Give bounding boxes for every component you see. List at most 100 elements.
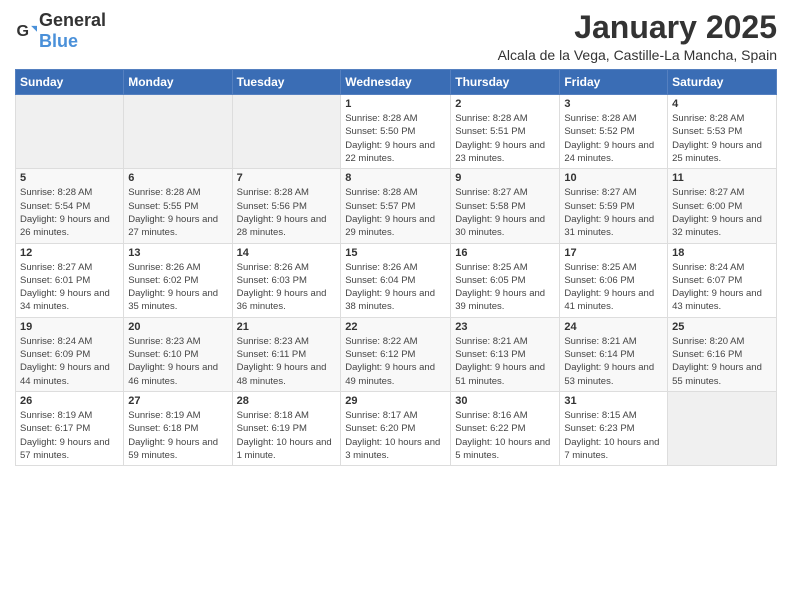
sunrise-text: Sunrise: 8:23 AM [128, 336, 200, 347]
table-row: 15 Sunrise: 8:26 AM Sunset: 6:04 PM Dayl… [341, 243, 451, 317]
sunrise-text: Sunrise: 8:24 AM [20, 336, 92, 347]
sunset-text: Sunset: 6:00 PM [672, 201, 742, 212]
sunrise-text: Sunrise: 8:19 AM [128, 410, 200, 421]
sunrise-text: Sunrise: 8:26 AM [128, 262, 200, 273]
sunset-text: Sunset: 5:55 PM [128, 201, 198, 212]
sunrise-text: Sunrise: 8:25 AM [564, 262, 636, 273]
day-info: Sunrise: 8:26 AM Sunset: 6:02 PM Dayligh… [128, 261, 227, 314]
calendar-week-row: 12 Sunrise: 8:27 AM Sunset: 6:01 PM Dayl… [16, 243, 777, 317]
table-row: 26 Sunrise: 8:19 AM Sunset: 6:17 PM Dayl… [16, 391, 124, 465]
sunset-text: Sunset: 6:05 PM [455, 275, 525, 286]
day-number: 10 [564, 172, 663, 184]
daylight-text: Daylight: 9 hours and 43 minutes. [672, 288, 762, 312]
daylight-text: Daylight: 9 hours and 23 minutes. [455, 140, 545, 164]
day-info: Sunrise: 8:21 AM Sunset: 6:14 PM Dayligh… [564, 335, 663, 388]
daylight-text: Daylight: 10 hours and 7 minutes. [564, 437, 659, 461]
table-row [124, 95, 232, 169]
table-row [232, 95, 341, 169]
sunset-text: Sunset: 6:18 PM [128, 423, 198, 434]
daylight-text: Daylight: 9 hours and 26 minutes. [20, 214, 110, 238]
daylight-text: Daylight: 9 hours and 29 minutes. [345, 214, 435, 238]
sunrise-text: Sunrise: 8:28 AM [672, 113, 744, 124]
daylight-text: Daylight: 9 hours and 46 minutes. [128, 362, 218, 386]
sunset-text: Sunset: 6:07 PM [672, 275, 742, 286]
sunset-text: Sunset: 5:57 PM [345, 201, 415, 212]
table-row: 10 Sunrise: 8:27 AM Sunset: 5:59 PM Dayl… [560, 169, 668, 243]
sunset-text: Sunset: 5:52 PM [564, 126, 634, 137]
day-number: 8 [345, 172, 446, 184]
table-row: 31 Sunrise: 8:15 AM Sunset: 6:23 PM Dayl… [560, 391, 668, 465]
day-info: Sunrise: 8:28 AM Sunset: 5:54 PM Dayligh… [20, 186, 119, 239]
sunset-text: Sunset: 6:16 PM [672, 349, 742, 360]
table-row: 21 Sunrise: 8:23 AM Sunset: 6:11 PM Dayl… [232, 317, 341, 391]
daylight-text: Daylight: 9 hours and 27 minutes. [128, 214, 218, 238]
daylight-text: Daylight: 9 hours and 28 minutes. [237, 214, 327, 238]
table-row: 22 Sunrise: 8:22 AM Sunset: 6:12 PM Dayl… [341, 317, 451, 391]
col-thursday: Thursday [451, 70, 560, 95]
day-number: 30 [455, 395, 555, 407]
daylight-text: Daylight: 10 hours and 5 minutes. [455, 437, 550, 461]
day-info: Sunrise: 8:27 AM Sunset: 6:01 PM Dayligh… [20, 261, 119, 314]
table-row: 19 Sunrise: 8:24 AM Sunset: 6:09 PM Dayl… [16, 317, 124, 391]
day-info: Sunrise: 8:15 AM Sunset: 6:23 PM Dayligh… [564, 409, 663, 462]
daylight-text: Daylight: 9 hours and 39 minutes. [455, 288, 545, 312]
day-number: 20 [128, 321, 227, 333]
svg-text:G: G [16, 22, 29, 40]
daylight-text: Daylight: 9 hours and 31 minutes. [564, 214, 654, 238]
day-info: Sunrise: 8:25 AM Sunset: 6:06 PM Dayligh… [564, 261, 663, 314]
day-info: Sunrise: 8:27 AM Sunset: 5:59 PM Dayligh… [564, 186, 663, 239]
col-sunday: Sunday [16, 70, 124, 95]
day-number: 18 [672, 247, 772, 259]
sunset-text: Sunset: 6:14 PM [564, 349, 634, 360]
calendar-week-row: 19 Sunrise: 8:24 AM Sunset: 6:09 PM Dayl… [16, 317, 777, 391]
day-number: 3 [564, 98, 663, 110]
day-number: 22 [345, 321, 446, 333]
daylight-text: Daylight: 9 hours and 48 minutes. [237, 362, 327, 386]
day-number: 1 [345, 98, 446, 110]
day-info: Sunrise: 8:18 AM Sunset: 6:19 PM Dayligh… [237, 409, 337, 462]
day-number: 29 [345, 395, 446, 407]
table-row: 23 Sunrise: 8:21 AM Sunset: 6:13 PM Dayl… [451, 317, 560, 391]
sunset-text: Sunset: 6:09 PM [20, 349, 90, 360]
daylight-text: Daylight: 9 hours and 24 minutes. [564, 140, 654, 164]
sunrise-text: Sunrise: 8:25 AM [455, 262, 527, 273]
calendar-week-row: 26 Sunrise: 8:19 AM Sunset: 6:17 PM Dayl… [16, 391, 777, 465]
sunset-text: Sunset: 6:03 PM [237, 275, 307, 286]
table-row: 13 Sunrise: 8:26 AM Sunset: 6:02 PM Dayl… [124, 243, 232, 317]
table-row: 5 Sunrise: 8:28 AM Sunset: 5:54 PM Dayli… [16, 169, 124, 243]
col-saturday: Saturday [668, 70, 777, 95]
daylight-text: Daylight: 9 hours and 59 minutes. [128, 437, 218, 461]
day-info: Sunrise: 8:17 AM Sunset: 6:20 PM Dayligh… [345, 409, 446, 462]
day-info: Sunrise: 8:28 AM Sunset: 5:52 PM Dayligh… [564, 112, 663, 165]
day-number: 15 [345, 247, 446, 259]
day-number: 28 [237, 395, 337, 407]
daylight-text: Daylight: 9 hours and 22 minutes. [345, 140, 435, 164]
day-number: 16 [455, 247, 555, 259]
sunset-text: Sunset: 6:13 PM [455, 349, 525, 360]
day-number: 4 [672, 98, 772, 110]
sunrise-text: Sunrise: 8:22 AM [345, 336, 417, 347]
sunrise-text: Sunrise: 8:28 AM [128, 187, 200, 198]
sunrise-text: Sunrise: 8:17 AM [345, 410, 417, 421]
col-tuesday: Tuesday [232, 70, 341, 95]
sunset-text: Sunset: 5:54 PM [20, 201, 90, 212]
sunrise-text: Sunrise: 8:28 AM [345, 187, 417, 198]
day-info: Sunrise: 8:19 AM Sunset: 6:18 PM Dayligh… [128, 409, 227, 462]
page: G General Blue January 2025 Alcala de la… [0, 0, 792, 612]
table-row: 9 Sunrise: 8:27 AM Sunset: 5:58 PM Dayli… [451, 169, 560, 243]
day-info: Sunrise: 8:28 AM Sunset: 5:50 PM Dayligh… [345, 112, 446, 165]
daylight-text: Daylight: 9 hours and 32 minutes. [672, 214, 762, 238]
day-number: 12 [20, 247, 119, 259]
logo-general-text: General [39, 10, 106, 30]
day-info: Sunrise: 8:27 AM Sunset: 6:00 PM Dayligh… [672, 186, 772, 239]
table-row: 17 Sunrise: 8:25 AM Sunset: 6:06 PM Dayl… [560, 243, 668, 317]
sunset-text: Sunset: 6:19 PM [237, 423, 307, 434]
day-number: 24 [564, 321, 663, 333]
calendar-week-row: 5 Sunrise: 8:28 AM Sunset: 5:54 PM Dayli… [16, 169, 777, 243]
sunrise-text: Sunrise: 8:27 AM [564, 187, 636, 198]
daylight-text: Daylight: 9 hours and 49 minutes. [345, 362, 435, 386]
sunrise-text: Sunrise: 8:26 AM [345, 262, 417, 273]
day-number: 11 [672, 172, 772, 184]
day-number: 17 [564, 247, 663, 259]
sunrise-text: Sunrise: 8:15 AM [564, 410, 636, 421]
